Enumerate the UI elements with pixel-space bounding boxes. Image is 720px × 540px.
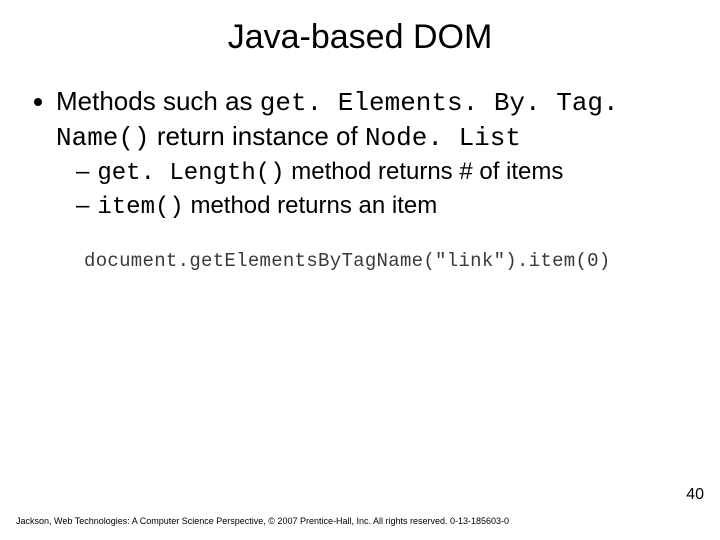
- sub-bullet-2: – item() method returns an item: [76, 190, 686, 224]
- bullet-pre: Methods such as: [56, 86, 260, 116]
- slide: Java-based DOM Methods such as get. Elem…: [0, 0, 720, 540]
- bullet-code2: Node. List: [365, 123, 521, 153]
- sub1-code: get. Length(): [97, 160, 284, 187]
- slide-title: Java-based DOM: [0, 0, 720, 57]
- bullet-text: Methods such as get. Elements. By. Tag. …: [56, 85, 686, 156]
- bullet-marker: [34, 98, 42, 106]
- footer-text: Jackson, Web Technologies: A Computer Sc…: [16, 516, 509, 526]
- bullet-level1: Methods such as get. Elements. By. Tag. …: [34, 85, 686, 156]
- sub-bullet-2-text: item() method returns an item: [97, 190, 437, 224]
- sub-bullets: – get. Length() method returns # of item…: [34, 156, 686, 225]
- dash-icon: –: [76, 190, 89, 222]
- bullet-mid: return instance of: [150, 121, 365, 151]
- sub2-rest: method returns an item: [184, 192, 437, 219]
- sub1-rest: method returns # of items: [285, 158, 564, 185]
- page-number: 40: [686, 486, 704, 504]
- sub-bullet-1-text: get. Length() method returns # of items: [97, 156, 563, 190]
- dash-icon: –: [76, 156, 89, 188]
- sub-bullet-1: – get. Length() method returns # of item…: [76, 156, 686, 190]
- sub2-code: item(): [97, 194, 183, 221]
- slide-body: Methods such as get. Elements. By. Tag. …: [0, 57, 720, 272]
- code-example: document.getElementsByTagName("link").it…: [34, 224, 686, 272]
